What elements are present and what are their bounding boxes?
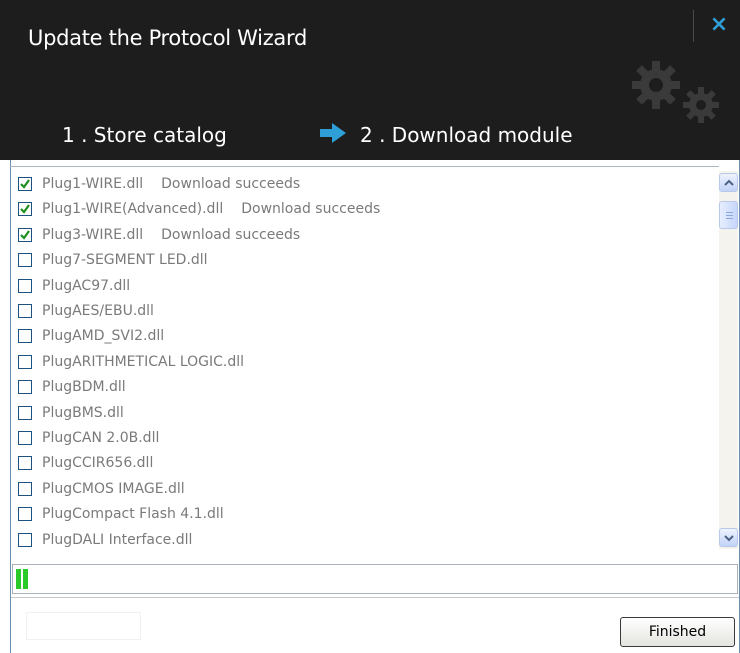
- list-item[interactable]: Plug1-WIRE(Advanced).dll Download succeed…: [18, 196, 380, 222]
- list-item[interactable]: PlugAES/EBU.dll: [18, 298, 154, 324]
- list-item[interactable]: PlugAMD_SVI2.dll: [18, 323, 164, 349]
- checkbox-checked[interactable]: [18, 202, 32, 217]
- list-item[interactable]: Plug1-WIRE.dll Download succeeds: [18, 171, 300, 197]
- list-item[interactable]: PlugARITHMETICAL LOGIC.dll: [18, 349, 244, 375]
- checkbox[interactable]: [18, 405, 32, 420]
- checkbox[interactable]: [18, 329, 32, 344]
- item-filename: Plug3-WIRE.dll: [42, 226, 144, 243]
- checkbox[interactable]: [18, 481, 32, 496]
- status-area: [26, 612, 141, 640]
- item-filename: Plug7-SEGMENT LED.dll: [42, 252, 208, 269]
- checkbox[interactable]: [18, 456, 32, 471]
- window-title: Update the Protocol Wizard: [28, 26, 307, 50]
- list-item[interactable]: PlugBDM.dll: [18, 374, 126, 400]
- step-download-module: 2 . Download module: [360, 123, 573, 147]
- list-item[interactable]: PlugDALI Interface.dll: [18, 527, 192, 551]
- item-filename: Plug1-WIRE.dll: [42, 176, 144, 192]
- chevron-down-icon[interactable]: [719, 528, 738, 547]
- list-scrollbar[interactable]: [719, 171, 738, 549]
- item-filename: PlugDALI Interface.dll: [42, 531, 193, 548]
- checkbox-checked[interactable]: [18, 177, 32, 191]
- list-item[interactable]: Plug7-SEGMENT LED.dll: [18, 247, 208, 273]
- item-status: Download succeeds: [241, 201, 381, 218]
- gears-icon: [616, 50, 726, 154]
- progress-segment: [23, 569, 28, 589]
- checkbox[interactable]: [18, 507, 32, 522]
- chevron-up-icon[interactable]: [719, 173, 738, 192]
- download-progress-bar: [12, 564, 738, 594]
- item-status: Download succeeds: [161, 176, 301, 192]
- item-filename: PlugAC97.dll: [42, 277, 131, 294]
- item-filename: PlugBDM.dll: [42, 379, 126, 396]
- item-filename: PlugCAN 2.0B.dll: [42, 430, 160, 446]
- dll-list: Plug1-WIRE.dll Download succeeds Plug1-WIR…: [10, 166, 719, 551]
- checkbox[interactable]: [18, 354, 32, 369]
- wizard-header: Update the Protocol Wizard × 1 . Store c…: [0, 0, 740, 160]
- list-item[interactable]: PlugBMS.dll: [18, 400, 124, 426]
- list-item[interactable]: PlugCompact Flash 4.1.dll: [18, 501, 224, 527]
- checkbox[interactable]: [18, 253, 32, 268]
- item-filename: PlugCompact Flash 4.1.dll: [42, 506, 224, 523]
- progress-segment: [16, 569, 21, 589]
- scrollbar-thumb[interactable]: [719, 201, 738, 229]
- item-filename: PlugAES/EBU.dll: [42, 303, 154, 319]
- checkbox[interactable]: [18, 431, 32, 445]
- checkbox[interactable]: [18, 304, 32, 318]
- checkbox[interactable]: [18, 532, 32, 547]
- checkbox[interactable]: [18, 278, 32, 293]
- list-item[interactable]: PlugCAN 2.0B.dll: [18, 425, 159, 451]
- close-icon[interactable]: ×: [706, 12, 732, 38]
- step-store-catalog: 1 . Store catalog: [62, 123, 227, 147]
- footer-divider: [11, 597, 739, 598]
- item-filename: PlugARITHMETICAL LOGIC.dll: [42, 353, 245, 370]
- item-filename: Plug1-WIRE(Advanced).dll: [42, 201, 224, 218]
- item-filename: PlugCCIR656.dll: [42, 455, 154, 472]
- item-status: Download succeeds: [161, 226, 301, 243]
- finished-button[interactable]: Finished: [620, 617, 735, 647]
- list-item[interactable]: PlugCCIR656.dll: [18, 450, 153, 476]
- item-filename: PlugBMS.dll: [42, 404, 124, 421]
- checkbox[interactable]: [18, 380, 32, 395]
- arrow-right-icon: [318, 121, 348, 149]
- list-item[interactable]: PlugAC97.dll: [18, 273, 130, 299]
- close-separator: [693, 10, 694, 42]
- checkbox-checked[interactable]: [18, 227, 32, 242]
- list-item[interactable]: PlugCMOS IMAGE.dll: [18, 476, 185, 502]
- item-filename: PlugAMD_SVI2.dll: [42, 328, 165, 345]
- list-item[interactable]: Plug3-WIRE.dll Download succeeds: [18, 222, 300, 248]
- item-filename: PlugCMOS IMAGE.dll: [42, 480, 185, 497]
